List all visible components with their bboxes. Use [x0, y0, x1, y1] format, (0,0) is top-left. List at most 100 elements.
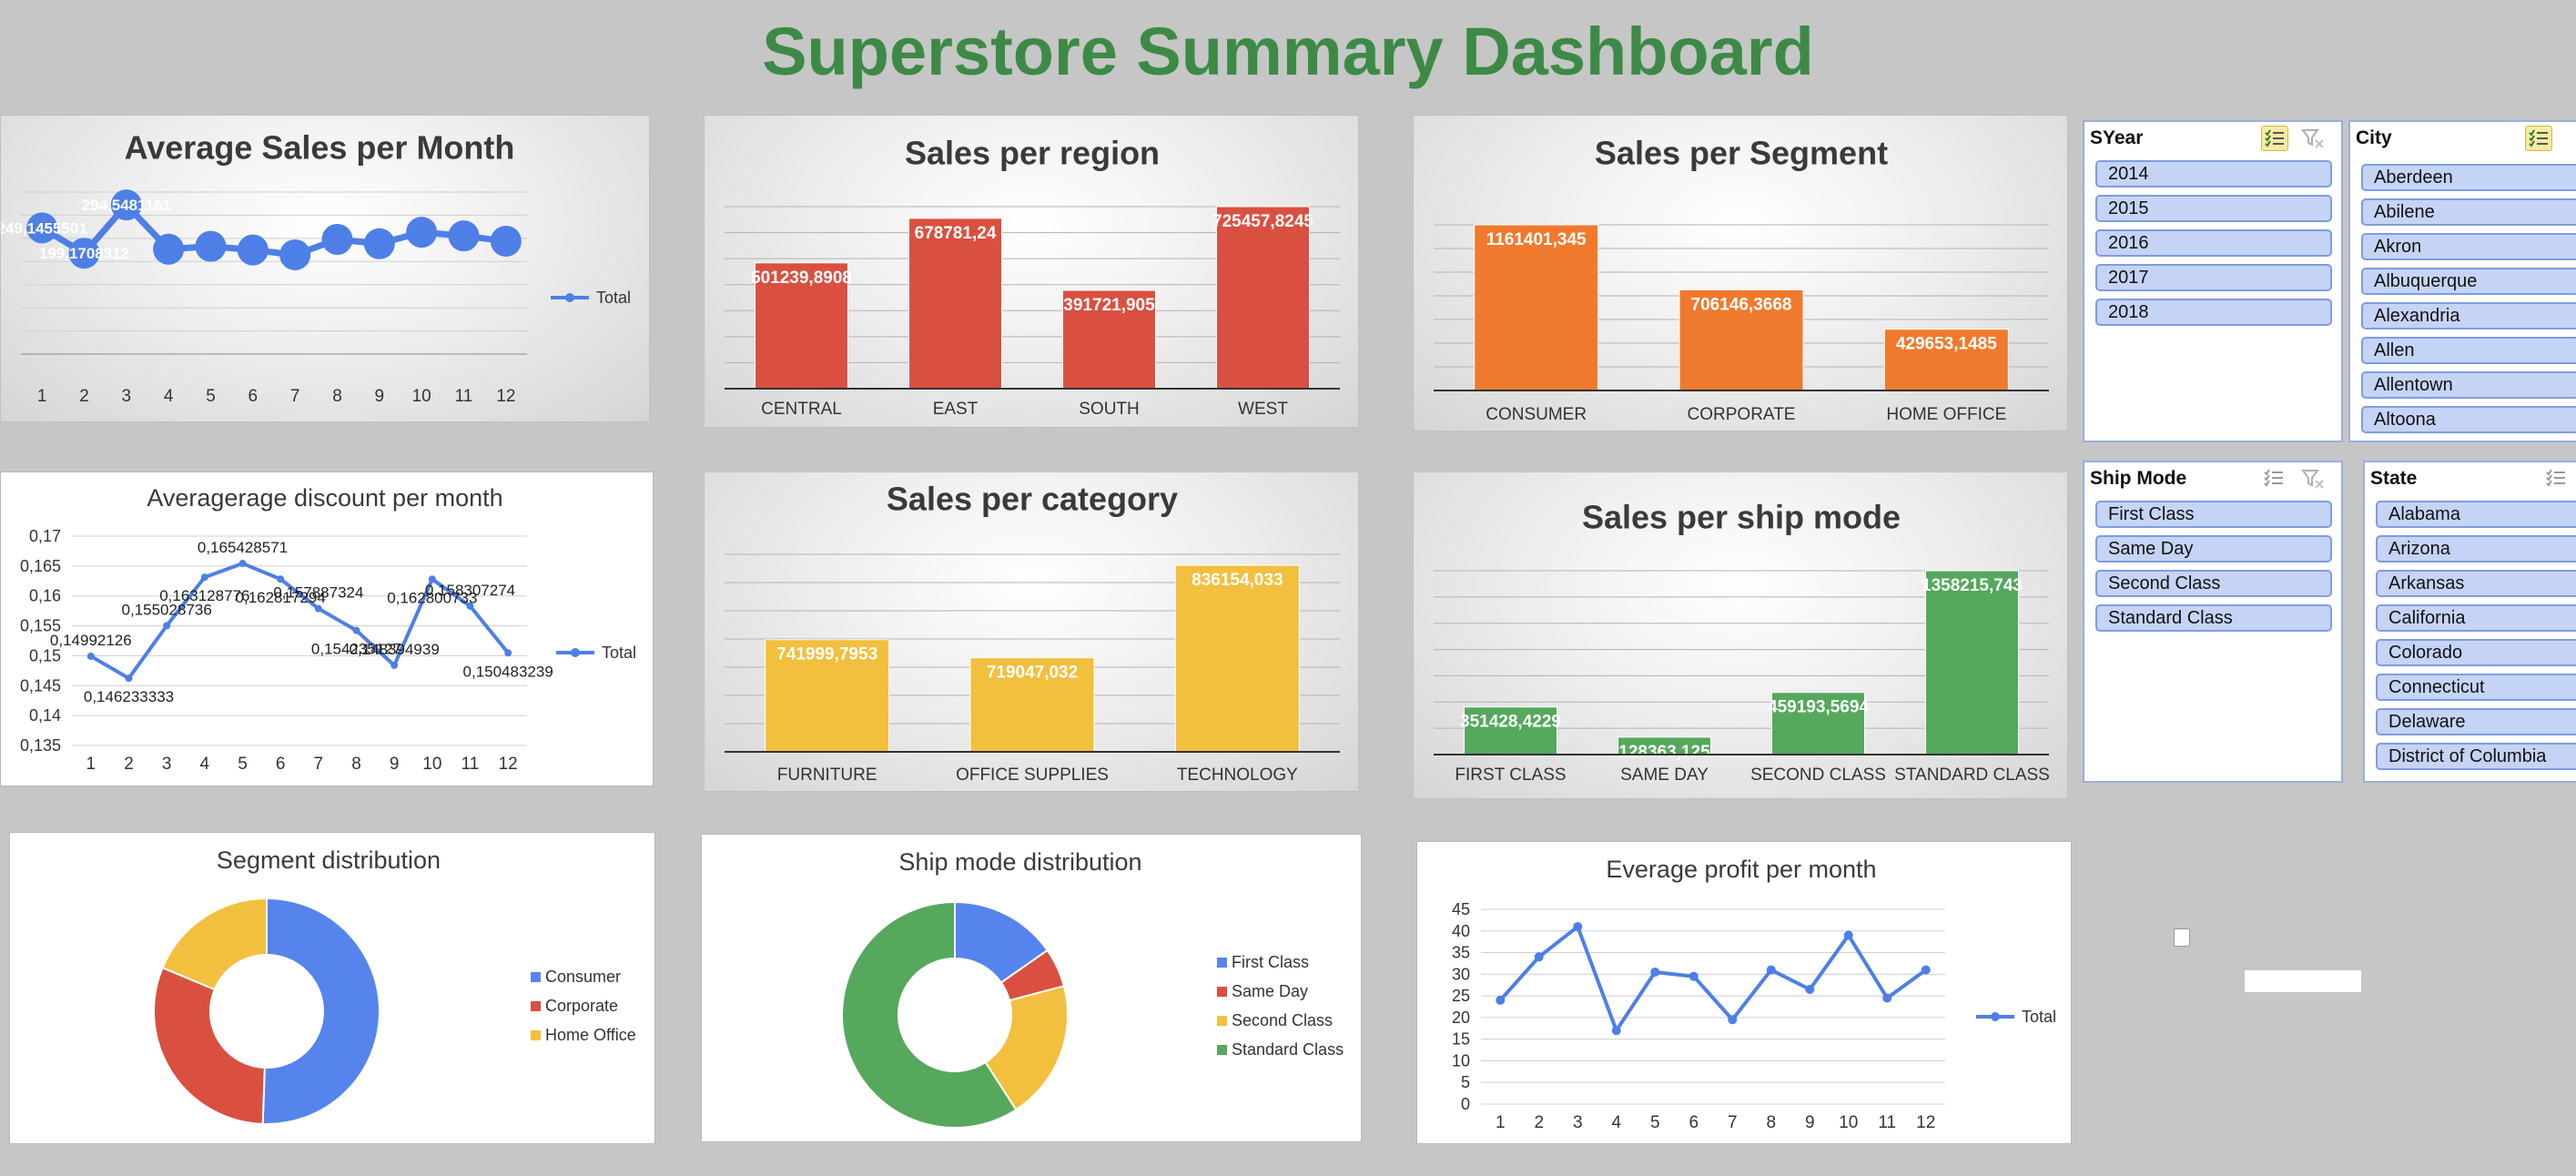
category-label: STANDARD CLASS [1894, 765, 2050, 785]
data-point [363, 228, 395, 259]
sales_segment-svg: Sales per Segment 1161401,345 CONSUMER 7061… [1434, 135, 2049, 424]
data-label: 128363,125 [1618, 743, 1710, 762]
category-label: SAME DAY [1620, 765, 1709, 785]
clear-filter-icon[interactable] [2299, 466, 2327, 492]
chart-title: Ship mode distribution [898, 848, 1141, 876]
x-tick-label: 12 [499, 755, 518, 774]
data-label: 719047,032 [987, 664, 1078, 683]
x-tick-label: 11 [461, 755, 480, 774]
data-point [1728, 1015, 1738, 1025]
slicer-item-state[interactable]: Delaware [2376, 708, 2576, 735]
data-label: 0,157887324 [273, 584, 363, 602]
slicer-item-city[interactable]: Albuquerque [2361, 268, 2576, 295]
y-tick-label: 10 [1452, 1051, 1470, 1070]
slicer-item-city[interactable]: Akron [2361, 233, 2576, 260]
slicer-item-state[interactable]: Arkansas [2376, 570, 2576, 597]
legend-swatch [1217, 958, 1227, 968]
x-tick-label: 8 [332, 387, 342, 406]
slicer-item-state[interactable]: Colorado [2376, 639, 2576, 666]
slicer-item-state[interactable]: Arizona [2376, 535, 2576, 563]
legend-marker [571, 648, 580, 657]
legend-swatch [1217, 1016, 1227, 1026]
slicer-item-state[interactable]: Alabama [2376, 501, 2576, 528]
slicer-item-2014[interactable]: 2014 [2095, 160, 2332, 188]
category-label: OFFICE SUPPLIES [956, 765, 1109, 785]
data-label: 0,14992126 [50, 632, 132, 649]
slicer-item-city[interactable]: Altoona [2361, 406, 2576, 433]
x-tick-label: 4 [1611, 1113, 1621, 1132]
slicer-item-standard-class[interactable]: Standard Class [2095, 604, 2332, 632]
year-slicer-title: SYear [2090, 127, 2144, 148]
slicer-item-same-day[interactable]: Same Day [2095, 535, 2332, 563]
slicer-item-second-class[interactable]: Second Class [2095, 570, 2332, 597]
x-tick-label: 5 [238, 755, 248, 774]
checkbox[interactable] [2174, 928, 2190, 947]
segment-distribution-chart[interactable]: Segment distribution Consumer Corporate Hom… [9, 832, 655, 1144]
state-slicer-title: State [2370, 468, 2418, 489]
category-label: TECHNOLOGY [1177, 765, 1298, 785]
multi-select-icon[interactable] [2543, 466, 2571, 492]
sales-per-region-chart[interactable]: Sales per region 501239,8908 CENTRAL 678781… [704, 115, 1359, 428]
data-point [390, 661, 399, 669]
bar [1174, 564, 1300, 753]
sales-per-category-chart[interactable]: Sales per category 741999,7953 FURNITURE 71… [704, 471, 1359, 792]
category-label: CONSUMER [1486, 405, 1587, 424]
legend-swatch [1217, 1045, 1227, 1055]
slicer-item-2016[interactable]: 2016 [2095, 229, 2332, 257]
y-tick-label: 0,15 [29, 646, 61, 664]
slicer-item-city[interactable]: Allentown [2361, 371, 2576, 399]
x-tick-label: 3 [122, 387, 132, 406]
data-label: 501239,8908 [751, 269, 852, 288]
x-tick-label: 8 [351, 755, 361, 774]
slicer-item-city[interactable]: Abilene [2361, 198, 2576, 226]
category-label: EAST [933, 400, 979, 419]
chart-title: Everage profit per month [1606, 856, 1876, 883]
data-point [1496, 995, 1506, 1005]
data-label: 294,5481161 [82, 197, 171, 214]
data-point [86, 652, 95, 660]
x-tick-label: 10 [422, 755, 441, 774]
data-label: 0,148394939 [350, 641, 440, 658]
y-tick-label: 30 [1452, 965, 1470, 983]
slicer-item-city[interactable]: Aberdeen [2361, 164, 2576, 191]
x-tick-label: 5 [206, 387, 216, 406]
slicer-item-state[interactable]: California [2376, 604, 2576, 632]
slicer-item-city[interactable]: Allen [2361, 337, 2576, 364]
slicer-item-2015[interactable]: 2015 [2095, 195, 2332, 222]
ship-mode-distribution-chart[interactable]: Ship mode distribution First Class Same Da… [701, 834, 1362, 1142]
slicer-item-2017[interactable]: 2017 [2095, 264, 2332, 291]
avg-sales-per-month-chart[interactable]: Average Sales per Month 1 249,1455501 2 199,… [0, 115, 650, 422]
y-tick-label: 0,165 [20, 557, 61, 575]
data-point [1650, 967, 1660, 977]
data-point [153, 233, 185, 265]
legend-label: Corporate [545, 997, 618, 1015]
ship-mode-slicer: Ship Mode First Class Same Day Second Cl… [2083, 461, 2343, 783]
shipmode_distribution-svg: Ship mode distribution First Class Same Da… [841, 848, 1344, 1129]
data-label: 391721,905 [1063, 296, 1155, 315]
sales-per-segment-chart[interactable]: Sales per Segment 1161401,345 CONSUMER 7061… [1413, 115, 2068, 431]
city-slicer: City Aberdeen Abilene Akron Albuquerque … [2348, 120, 2576, 442]
x-tick-label: 6 [276, 755, 286, 774]
y-tick-label: 45 [1452, 900, 1470, 918]
legend-label: Standard Class [1232, 1040, 1344, 1059]
x-tick-label: 7 [314, 755, 324, 774]
y-tick-label: 15 [1452, 1030, 1470, 1049]
category-label: CORPORATE [1688, 405, 1796, 424]
avg-profit-per-month-chart[interactable]: Everage profit per month 0 5 10 15 20 25 30 35 40… [1416, 841, 2072, 1144]
clear-filter-icon[interactable] [2299, 126, 2327, 151]
sales-per-ship-mode-chart[interactable]: Sales per ship mode 351428,4229 FIRST CLAS… [1413, 471, 2068, 799]
slicer-item-2018[interactable]: 2018 [2095, 299, 2332, 326]
slicer-item-first-class[interactable]: First Class [2095, 501, 2332, 528]
data-label: 199,1708312 [39, 245, 129, 262]
slicer-item-state[interactable]: Connecticut [2376, 674, 2576, 701]
x-tick-label: 10 [412, 387, 431, 406]
slicer-item-city[interactable]: Alexandria [2361, 302, 2576, 329]
category-label: HOME OFFICE [1886, 405, 2006, 424]
slicer-item-state[interactable]: District of Columbia [2376, 743, 2576, 770]
avg-discount-per-month-chart[interactable]: Averagerage discount per month 0,135 0,14 0… [0, 471, 654, 786]
data-label: 0,150483239 [463, 663, 553, 680]
y-tick-label: 0,16 [29, 587, 61, 605]
multi-select-icon[interactable] [2261, 466, 2288, 492]
multi-select-icon[interactable] [2261, 126, 2288, 151]
multi-select-icon[interactable] [2525, 126, 2552, 151]
